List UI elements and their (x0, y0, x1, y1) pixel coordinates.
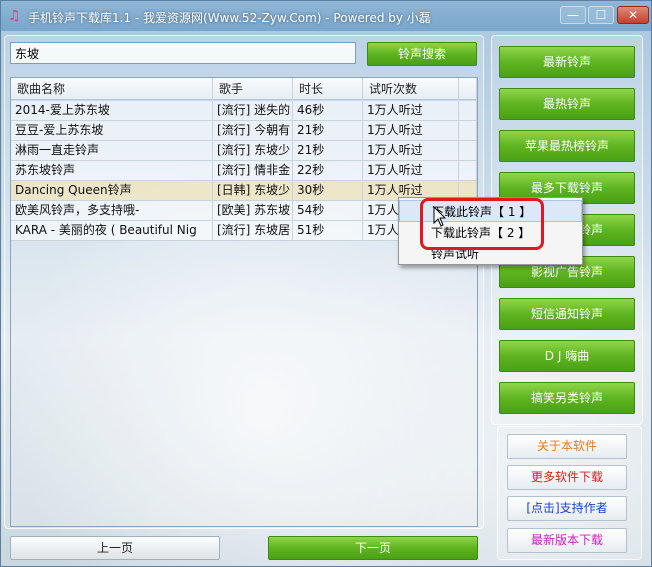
song-duration: 51秒 (293, 221, 363, 241)
song-duration: 54秒 (293, 201, 363, 221)
column-header-duration[interactable]: 时长 (293, 78, 363, 100)
category-button-dj[interactable]: D J 嗨曲 (499, 340, 635, 372)
search-input[interactable] (10, 42, 356, 64)
song-artist: [流行] 情非金 (213, 161, 293, 181)
about-link[interactable]: 关于本软件 (507, 434, 627, 459)
prev-page-button[interactable]: 上一页 (10, 536, 220, 560)
song-duration: 46秒 (293, 101, 363, 121)
maximize-button[interactable]: ☐ (588, 6, 614, 24)
minimize-button[interactable]: — (560, 6, 586, 24)
row-extra (459, 141, 477, 161)
latest-version-link[interactable]: 最新版本下载 (507, 528, 627, 553)
search-button[interactable]: 铃声搜索 (367, 42, 477, 66)
results-table: 歌曲名称 歌手 时长 试听次数 2014-爱上苏东坡 [流行] 迷失的 46秒 … (10, 77, 478, 527)
song-artist: [欧美] 苏东坡 (213, 201, 293, 221)
column-header-extra (459, 78, 477, 100)
app-window: ♫ 手机铃声下载库1.1 - 我爱资源网(Www.52-Zyw.Com) - P… (0, 0, 652, 567)
mouse-cursor-icon (433, 206, 447, 227)
category-button-hottest[interactable]: 最热铃声 (499, 88, 635, 120)
window-title: 手机铃声下载库1.1 - 我爱资源网(Www.52-Zyw.Com) - Pow… (28, 11, 431, 25)
song-artist: [流行] 东坡居 (213, 221, 293, 241)
table-header: 歌曲名称 歌手 时长 试听次数 (11, 78, 477, 100)
close-button[interactable]: ✕ (617, 6, 649, 24)
song-artist: [流行] 东坡少 (213, 141, 293, 161)
column-header-artist[interactable]: 歌手 (213, 78, 293, 100)
column-header-name[interactable]: 歌曲名称 (11, 78, 213, 100)
song-name: 2014-爱上苏东坡 (11, 101, 213, 121)
more-software-link[interactable]: 更多软件下载 (507, 465, 627, 490)
category-button-apple-chart[interactable]: 苹果最热榜铃声 (499, 130, 635, 162)
column-header-plays[interactable]: 试听次数 (363, 78, 459, 100)
row-extra (459, 121, 477, 141)
row-extra (459, 101, 477, 121)
song-artist: [流行] 迷失的 (213, 101, 293, 121)
category-button-sms[interactable]: 短信通知铃声 (499, 298, 635, 330)
song-name: 欧美风铃声，多支持哦- (11, 201, 213, 221)
song-artist: [日韩] 东坡少 (213, 181, 293, 201)
category-button-funny[interactable]: 搞笑另类铃声 (499, 382, 635, 414)
song-name: KARA - 美丽的夜 ( Beautiful Nig (11, 221, 213, 241)
next-page-button[interactable]: 下一页 (268, 536, 478, 560)
song-plays: 1万人听过 (363, 161, 459, 181)
song-name: 豆豆-爱上苏东坡 (11, 121, 213, 141)
song-name: 淋雨一直走铃声 (11, 141, 213, 161)
song-name: Dancing Queen铃声 (11, 181, 213, 201)
table-row[interactable]: 苏东坡铃声 [流行] 情非金 22秒 1万人听过 (11, 161, 477, 181)
song-artist: [流行] 今朝有 (213, 121, 293, 141)
table-row[interactable]: 淋雨一直走铃声 [流行] 东坡少 21秒 1万人听过 (11, 141, 477, 161)
song-plays: 1万人听过 (363, 101, 459, 121)
category-button-newest[interactable]: 最新铃声 (499, 46, 635, 78)
song-duration: 30秒 (293, 181, 363, 201)
song-duration: 22秒 (293, 161, 363, 181)
table-row[interactable]: 2014-爱上苏东坡 [流行] 迷失的 46秒 1万人听过 (11, 101, 477, 121)
song-plays: 1万人听过 (363, 141, 459, 161)
song-name: 苏东坡铃声 (11, 161, 213, 181)
table-row[interactable]: 豆豆-爱上苏东坡 [流行] 今朝有 21秒 1万人听过 (11, 121, 477, 141)
song-duration: 21秒 (293, 121, 363, 141)
row-extra (459, 161, 477, 181)
song-plays: 1万人听过 (363, 121, 459, 141)
support-author-link[interactable]: [点击]支持作者 (507, 496, 627, 521)
song-duration: 21秒 (293, 141, 363, 161)
title-bar[interactable]: ♫ 手机铃声下载库1.1 - 我爱资源网(Www.52-Zyw.Com) - P… (1, 1, 651, 31)
music-note-icon: ♫ (8, 8, 21, 24)
